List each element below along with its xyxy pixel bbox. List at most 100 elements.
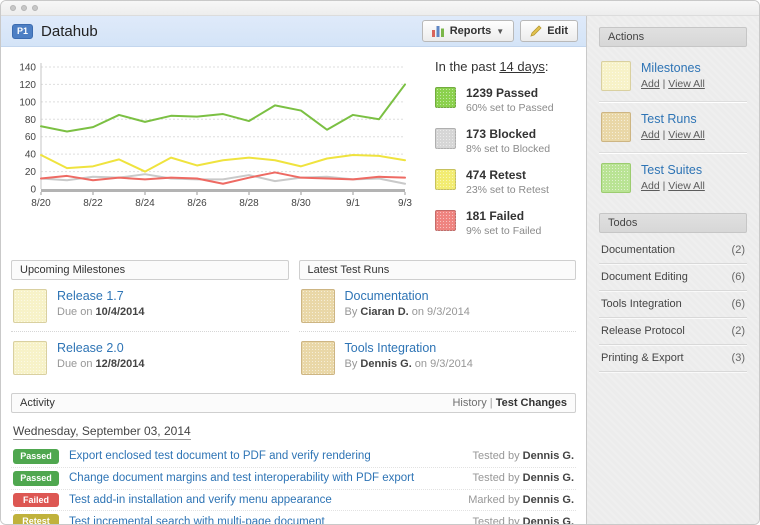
legend-count-label: 474 Retest xyxy=(466,168,549,183)
window-control-dot[interactable] xyxy=(32,5,38,11)
legend-item: 181 Failed9% set to Failed xyxy=(435,209,576,237)
todo-count: (3) xyxy=(732,352,745,364)
legend-text: 173 Blocked8% set to Blocked xyxy=(466,127,550,155)
todo-label: Printing & Export xyxy=(601,352,684,364)
todo-count: (2) xyxy=(732,244,745,256)
todo-item[interactable]: Documentation(2) xyxy=(599,237,747,264)
todo-item[interactable]: Printing & Export (3) xyxy=(599,345,747,372)
sidebar-action-sublinks: Add | View All xyxy=(641,180,705,192)
status-badge: Retest xyxy=(13,514,59,525)
svg-text:80: 80 xyxy=(25,115,37,126)
svg-text:120: 120 xyxy=(19,80,36,91)
test-case-link[interactable]: Change document margins and test interop… xyxy=(69,472,463,484)
chevron-down-icon: ▼ xyxy=(496,27,504,36)
legend-item: 1239 Passed60% set to Passed xyxy=(435,86,576,114)
legend-percent-label: 60% set to Passed xyxy=(466,102,554,114)
due-date-value: 12/8/2014 xyxy=(96,358,145,370)
milestone-icon xyxy=(13,289,47,323)
app-window: P1 Datahub Reports ▼ Edit xyxy=(0,0,760,525)
status-swatch xyxy=(435,210,456,231)
test-run-link[interactable]: Documentation xyxy=(345,289,470,303)
test-run-row: Tools IntegrationBy Dennis G. on 9/3/201… xyxy=(299,331,577,383)
todo-label: Document Editing xyxy=(601,271,688,283)
main-column: P1 Datahub Reports ▼ Edit xyxy=(1,16,586,525)
test-case-link[interactable]: Test add-in installation and verify menu… xyxy=(69,494,458,506)
legend-item: 173 Blocked8% set to Blocked xyxy=(435,127,576,155)
window-control-dot[interactable] xyxy=(10,5,16,11)
todo-item[interactable]: Tools Integration(6) xyxy=(599,291,747,318)
test-run-author: Ciaran D. xyxy=(360,306,408,318)
svg-text:8/20: 8/20 xyxy=(31,198,51,209)
sidebar-action-link[interactable]: Milestones xyxy=(641,61,705,75)
svg-text:0: 0 xyxy=(30,185,36,196)
sidebar-action-link[interactable]: Test Suites xyxy=(641,163,705,177)
sidebar-action-link[interactable]: Test Runs xyxy=(641,112,705,126)
window-titlebar xyxy=(1,1,759,16)
bar-chart-icon xyxy=(432,25,445,37)
test-case-link[interactable]: Export enclosed test document to PDF and… xyxy=(69,450,463,462)
tested-by-label: Tested by Dennis G. xyxy=(473,472,574,484)
legend-count-label: 1239 Passed xyxy=(466,86,554,101)
history-link[interactable]: History xyxy=(452,397,486,409)
edit-button[interactable]: Edit xyxy=(520,20,578,42)
activity-panel-header: Activity History | Test Changes xyxy=(11,393,576,413)
status-swatch xyxy=(435,169,456,190)
legend-heading: In the past 14 days: xyxy=(435,59,576,74)
status-swatch xyxy=(435,87,456,108)
legend-text: 181 Failed9% set to Failed xyxy=(466,209,541,237)
sidebar: Actions MilestonesAdd | View AllTest Run… xyxy=(586,16,759,525)
view-all-link[interactable]: View All xyxy=(668,129,705,141)
milestone-icon xyxy=(13,341,47,375)
due-date-value: 10/4/2014 xyxy=(96,306,145,318)
status-swatch xyxy=(435,128,456,149)
todo-count: (2) xyxy=(732,325,745,337)
milestones-panel-header: Upcoming Milestones xyxy=(11,260,289,280)
add-link[interactable]: Add xyxy=(641,180,660,192)
todo-item[interactable]: Release Protocol(2) xyxy=(599,318,747,345)
view-all-link[interactable]: View All xyxy=(668,180,705,192)
legend-percent-label: 23% set to Retest xyxy=(466,184,549,196)
test-changes-link[interactable]: Test Changes xyxy=(496,397,567,409)
svg-text:40: 40 xyxy=(25,150,37,161)
sidebar-action-item: Test Suites Add | View All xyxy=(599,152,747,203)
test-run-icon xyxy=(601,112,631,142)
tested-by-label: Tested by Dennis G. xyxy=(473,516,574,525)
tester-name: Dennis G. xyxy=(523,450,574,462)
sidebar-action-sublinks: Add | View All xyxy=(641,129,705,141)
chart-summary-legend: In the past 14 days: 1239 Passed60% set … xyxy=(413,57,576,250)
days-range-link[interactable]: 14 days xyxy=(499,59,545,74)
pencil-icon xyxy=(530,25,542,37)
test-run-icon xyxy=(301,341,335,375)
upcoming-milestones-panel: Upcoming Milestones Release 1.7Due on 10… xyxy=(11,260,289,383)
test-suite-icon xyxy=(601,163,631,193)
window-control-dot[interactable] xyxy=(21,5,27,11)
legend-item: 474 Retest23% set to Retest xyxy=(435,168,576,196)
reports-button[interactable]: Reports ▼ xyxy=(422,20,514,42)
sidebar-action-item: Milestones Add | View All xyxy=(599,51,747,101)
add-link[interactable]: Add xyxy=(641,78,660,90)
status-badge: Passed xyxy=(13,471,59,486)
legend-percent-label: 9% set to Failed xyxy=(466,225,541,237)
activity-date-heading: Wednesday, September 03, 2014 xyxy=(13,422,576,440)
tester-name: Dennis G. xyxy=(523,494,574,506)
svg-text:8/24: 8/24 xyxy=(135,198,155,209)
milestone-link[interactable]: Release 2.0 xyxy=(57,341,144,355)
test-run-link[interactable]: Tools Integration xyxy=(345,341,473,355)
status-badge: Failed xyxy=(13,493,59,508)
milestone-icon xyxy=(601,61,631,91)
tester-name: Dennis G. xyxy=(523,472,574,484)
milestone-link[interactable]: Release 1.7 xyxy=(57,289,144,303)
view-all-link[interactable]: View All xyxy=(668,78,705,90)
test-run-row: DocumentationBy Ciaran D. on 9/3/2014 xyxy=(299,280,577,331)
activity-line-chart: 0204060801001201408/208/228/248/268/288/… xyxy=(11,57,413,250)
legend-count-label: 181 Failed xyxy=(466,209,541,224)
milestone-row: Release 2.0 Due on 12/8/2014 xyxy=(11,331,289,383)
add-link[interactable]: Add xyxy=(641,129,660,141)
sidebar-action-sublinks: Add | View All xyxy=(641,78,705,90)
milestone-due-date: Due on 12/8/2014 xyxy=(57,358,144,370)
todo-item[interactable]: Document Editing(6) xyxy=(599,264,747,291)
todo-label: Tools Integration xyxy=(601,298,682,310)
svg-text:9/3: 9/3 xyxy=(398,198,412,209)
test-case-link[interactable]: Test incremental search with multi-page … xyxy=(69,516,463,525)
legend-text: 1239 Passed60% set to Passed xyxy=(466,86,554,114)
